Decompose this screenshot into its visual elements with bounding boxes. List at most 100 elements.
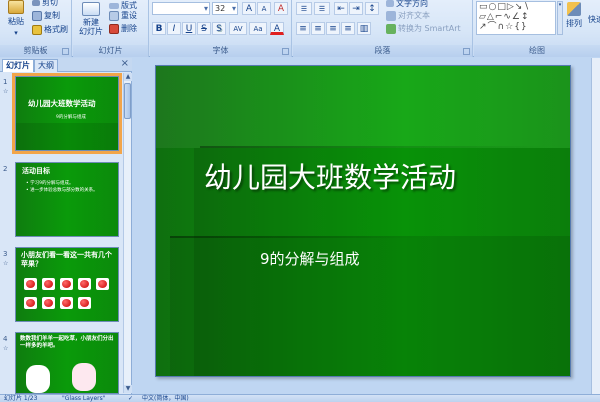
slide-number: 4 — [3, 335, 8, 343]
format-painter-button[interactable]: 格式刷 — [32, 24, 68, 35]
slide-thumbnail-4[interactable]: 数数我们羊羊一起吃草，小朋友们分出一样多的羊吧。 — [15, 332, 119, 394]
copy-icon — [32, 10, 42, 21]
transition-icon: ☆ — [3, 260, 9, 267]
align-text-icon — [386, 10, 396, 21]
columns-button[interactable]: ▥ — [357, 22, 371, 35]
slide-thumbnail-1[interactable]: 幼儿园大班数学活动 9的分解与组成 — [12, 73, 122, 154]
sheep-image — [72, 363, 96, 391]
new-slide-button[interactable]: 新建 幻灯片 — [77, 2, 105, 36]
scissors-icon — [32, 0, 40, 6]
strikethrough-button[interactable]: S — [197, 22, 211, 35]
font-size-combo[interactable]: 32 — [212, 2, 238, 15]
apple-image — [60, 278, 73, 290]
format-painter-label: 格式刷 — [44, 25, 68, 34]
smartart-button[interactable]: 转换为 SmartArt — [386, 23, 461, 34]
slide-title[interactable]: 幼儿园大班数学活动 — [204, 156, 456, 196]
bullets-button[interactable]: ☰ — [296, 2, 312, 15]
decrease-indent-button[interactable]: ⇤ — [334, 2, 348, 15]
slide-thumbnail-2[interactable]: 活动目标 • 学习9的分解与组成。 • 进一步体验总数与部分数的关系。 — [15, 162, 119, 237]
clipboard-group: 粘贴 ▾ 剪切 复制 格式刷 剪贴板 — [0, 0, 72, 57]
thumb-title: 小朋友们看一看这一共有几个苹果？ — [21, 251, 112, 268]
reset-button[interactable]: 重设 — [109, 10, 137, 21]
delete-slide-button[interactable]: 删除 — [109, 23, 137, 34]
reset-icon — [109, 10, 119, 21]
copy-label: 复制 — [44, 11, 60, 20]
grow-font-button[interactable]: A — [242, 2, 256, 15]
layout-icon — [109, 2, 119, 9]
pane-tabs: 幻灯片 大纲 × — [0, 58, 132, 72]
slides-pane: 幻灯片 大纲 × 1 ☆ 幼儿园大班数学活动 9的分解与组成 2 活动目标 • … — [0, 58, 132, 394]
justify-button[interactable]: ≡ — [341, 22, 355, 35]
paragraph-launcher[interactable] — [463, 48, 470, 55]
shapes-gallery[interactable]: ▭○□▷↘∖ ▱△⌐∿∠↕ ↗⌒∩☆{} — [476, 1, 556, 35]
thumb-band — [16, 123, 118, 150]
paste-button[interactable]: 粘贴 ▾ — [4, 0, 28, 37]
cut-label: 剪切 — [42, 0, 58, 7]
scroll-down-icon[interactable]: ▼ — [124, 385, 132, 393]
smartart-icon — [386, 23, 396, 34]
change-case-button[interactable]: Aa — [249, 22, 267, 35]
chevron-down-icon: ▾ — [14, 29, 18, 37]
italic-button[interactable]: I — [167, 22, 181, 35]
font-color-button[interactable]: A — [270, 22, 284, 35]
shadow-button[interactable]: S — [212, 22, 226, 35]
numbering-button[interactable]: ☰ — [314, 2, 330, 15]
slide-subtitle[interactable]: 9的分解与组成 — [260, 248, 360, 269]
brush-icon — [32, 24, 42, 35]
quick-styles-button[interactable]: 快速 — [588, 14, 600, 25]
slide-number: 2 — [3, 165, 8, 173]
shrink-font-button[interactable]: A — [257, 2, 271, 15]
transition-icon: ☆ — [3, 88, 9, 95]
editor-scrollbar[interactable] — [591, 58, 600, 394]
title-rule — [200, 146, 550, 148]
arrange-button[interactable]: 排列 — [566, 2, 582, 29]
align-left-button[interactable]: ≡ — [296, 22, 310, 35]
status-bar: 幻灯片 1/23 "Glass Layers" ✓ 中文(简体，中国) — [0, 394, 600, 402]
cut-button[interactable]: 剪切 — [32, 0, 58, 7]
pane-scrollbar[interactable]: ▲ ▼ — [123, 73, 132, 393]
apple-image — [96, 278, 109, 290]
ribbon: 粘贴 ▾ 剪切 复制 格式刷 剪贴板 新建 幻灯片 版式 重设 删除 幻灯片 ▾… — [0, 0, 600, 57]
increase-indent-button[interactable]: ⇥ — [349, 2, 363, 15]
close-icon[interactable]: × — [121, 58, 129, 69]
clipboard-launcher[interactable] — [62, 48, 69, 55]
paragraph-group-label: 段落 — [293, 45, 472, 57]
spellcheck-icon[interactable]: ✓ — [128, 395, 133, 402]
copy-button[interactable]: 复制 — [32, 10, 60, 21]
shapes-gallery-more[interactable]: ▾ — [557, 1, 563, 35]
font-launcher[interactable] — [282, 48, 289, 55]
arrange-icon — [567, 2, 581, 16]
subtitle-rule — [170, 236, 420, 238]
slide-thumbnail-3[interactable]: 小朋友们看一看这一共有几个苹果？ — [15, 247, 119, 322]
apple-image — [42, 278, 55, 290]
text-direction-button[interactable]: 文字方向 — [386, 0, 428, 9]
delete-icon — [109, 23, 119, 34]
char-spacing-button[interactable]: AV — [229, 22, 247, 35]
thumb-subtitle: 9的分解与组成 — [56, 115, 86, 120]
slide-canvas[interactable]: 幼儿园大班数学活动 9的分解与组成 — [155, 65, 571, 377]
clear-format-button[interactable]: A — [274, 2, 288, 15]
line-spacing-button[interactable]: ↕ — [365, 2, 379, 15]
thumb-title: 数数我们羊羊一起吃草，小朋友们分出一样多的羊吧。 — [20, 336, 114, 349]
underline-button[interactable]: U — [182, 22, 196, 35]
reset-label: 重设 — [121, 11, 137, 20]
apple-image — [24, 297, 37, 309]
align-text-button[interactable]: 对齐文本 — [386, 10, 430, 21]
bold-button[interactable]: B — [152, 22, 166, 35]
scroll-thumb[interactable] — [124, 83, 131, 119]
font-group: 32 A A A B I U S S AV Aa A 字体 — [150, 0, 292, 57]
scroll-up-icon[interactable]: ▲ — [124, 73, 132, 81]
slide-band — [170, 236, 570, 376]
slides-group-label: 幻灯片 — [73, 45, 148, 57]
text-direction-label: 文字方向 — [396, 0, 428, 8]
font-name-combo[interactable] — [152, 2, 210, 15]
tab-outline[interactable]: 大纲 — [34, 59, 58, 72]
align-right-button[interactable]: ≡ — [326, 22, 340, 35]
quick-styles-label: 快速 — [588, 15, 600, 24]
align-center-button[interactable]: ≡ — [311, 22, 325, 35]
drawing-group-label: 绘图 — [474, 45, 600, 57]
slide-number: 3 — [3, 250, 8, 258]
tab-slides[interactable]: 幻灯片 — [2, 59, 34, 72]
text-direction-icon — [386, 0, 394, 7]
apple-image — [78, 278, 91, 290]
